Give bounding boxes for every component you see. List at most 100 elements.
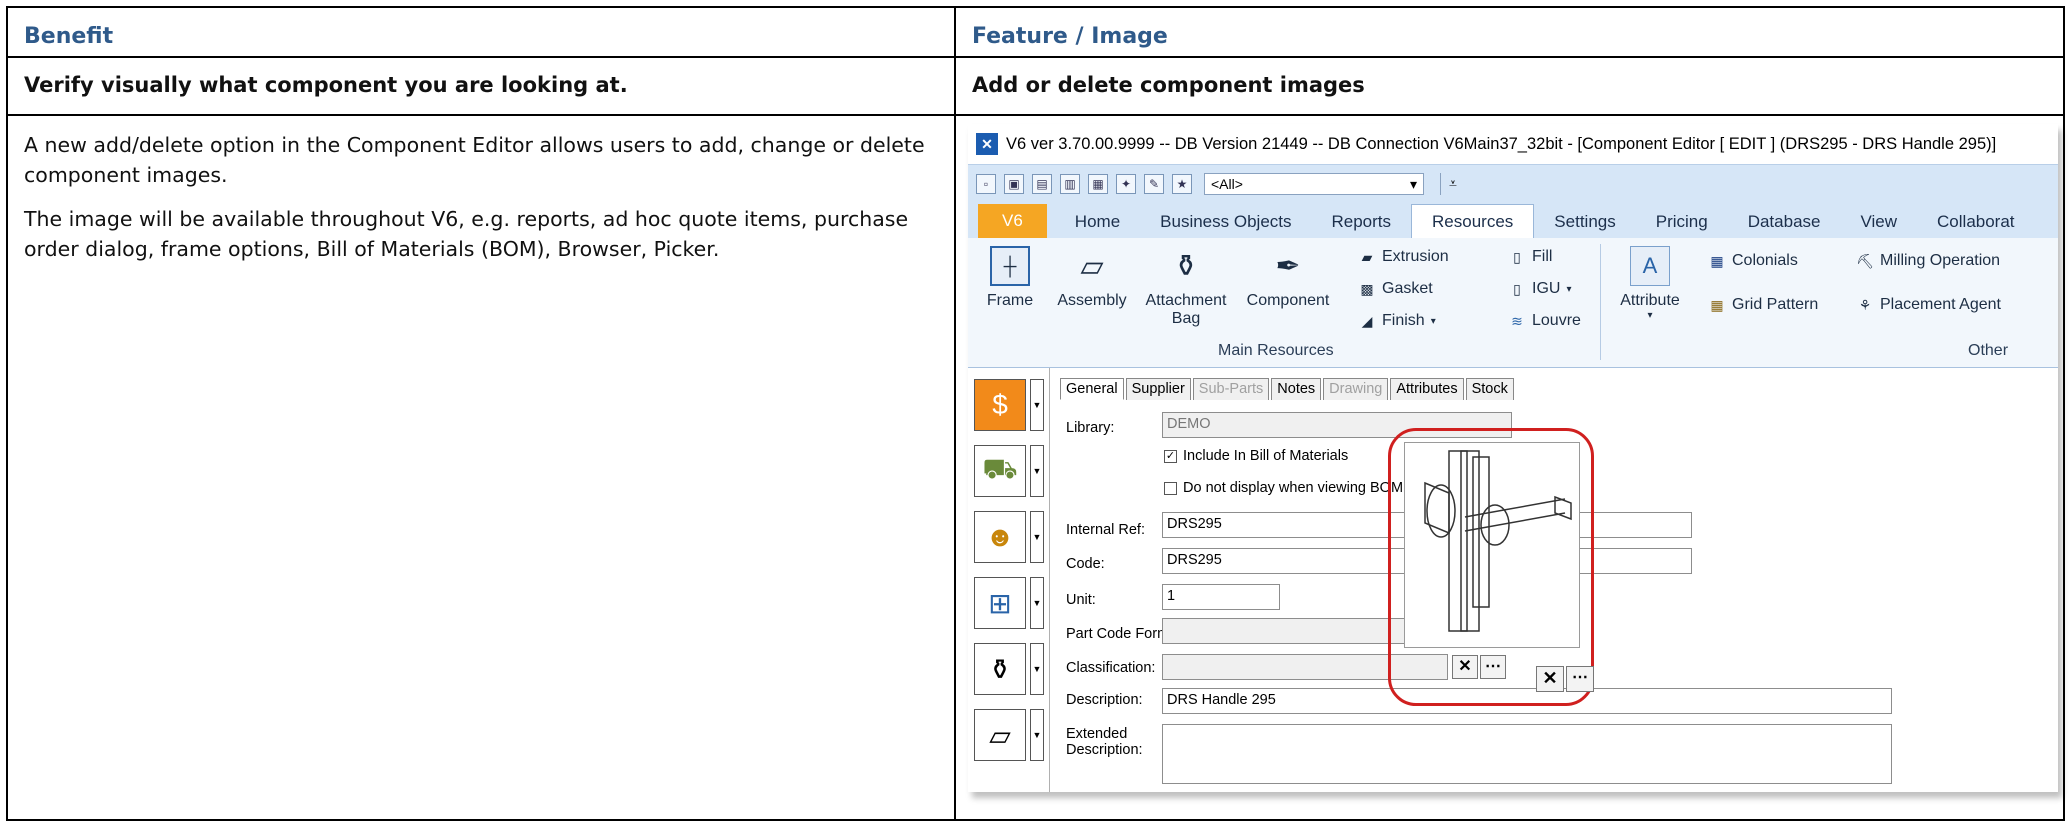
louvre-label: Louvre [1532, 312, 1581, 329]
chevron-down-icon[interactable]: ▼ [1030, 379, 1044, 431]
library-label: Library: [1066, 420, 1115, 436]
tab-supplier[interactable]: Supplier [1125, 378, 1191, 400]
grid-pattern-button[interactable]: ▦ Grid Pattern [1708, 296, 1818, 314]
louvre-button[interactable]: ≋ Louvre [1508, 312, 1581, 330]
attachment-bag-button[interactable]: ⚱ Attachment Bag [1138, 246, 1234, 328]
unit-field[interactable]: 1 [1162, 584, 1280, 610]
tab-database[interactable]: Database [1728, 205, 1841, 238]
assembly-button[interactable]: ▱ Assembly [1048, 246, 1136, 310]
chevron-down-icon: ▾ [1430, 315, 1436, 327]
tab-v6[interactable]: V6 [978, 204, 1047, 238]
extrusion-icon: ▰ [1361, 249, 1373, 265]
contacts-nav-button[interactable]: ☻ ▼ [974, 508, 1044, 566]
placement-agent-icon: ⚘ [1858, 297, 1872, 313]
grid-pattern-icon: ▦ [1710, 297, 1724, 313]
component-icon: ✒ [1275, 249, 1301, 283]
frame-icon: ⊞ [974, 577, 1026, 629]
tab-notes[interactable]: Notes [1271, 378, 1322, 400]
placement-agent-button[interactable]: ⚘ Placement Agent [1856, 296, 2001, 314]
library-combo[interactable]: <All> ▾ [1204, 172, 1424, 195]
milling-operation-label: Milling Operation [1880, 252, 2001, 269]
extended-description-field[interactable] [1162, 724, 1892, 784]
attachment-bag-icon: ⚱ [1173, 249, 1199, 283]
gasket-label: Gasket [1382, 280, 1433, 297]
app-icon: ✕ [976, 133, 998, 155]
tools-icon[interactable]: ✎ [1144, 173, 1164, 194]
chevron-down-icon[interactable]: ▼ [1030, 445, 1044, 497]
chevron-down-icon[interactable]: ▼ [1030, 577, 1044, 629]
purchase-nav-button[interactable]: ⛟ ▼ [974, 442, 1044, 500]
tab-home[interactable]: Home [1055, 205, 1140, 238]
save-icon[interactable]: ▣ [1004, 173, 1024, 194]
handle-drawing [1424, 450, 1572, 632]
igu-button[interactable]: ▯ IGU ▾ [1508, 280, 1571, 298]
tab-settings[interactable]: Settings [1534, 205, 1635, 238]
fill-icon: ▯ [1513, 249, 1521, 265]
igu-icon: ▯ [1513, 281, 1521, 297]
tab-attributes[interactable]: Attributes [1390, 378, 1464, 400]
print-icon[interactable]: ▥ [1060, 173, 1080, 194]
tab-pricing[interactable]: Pricing [1636, 205, 1728, 238]
no-display-bom-label: Do not display when viewing BOM [1183, 480, 1404, 496]
tab-stock[interactable]: Stock [1465, 378, 1514, 400]
attachment-nav-button[interactable]: ⚱ ▼ [974, 640, 1044, 698]
unit-label: Unit: [1066, 592, 1096, 608]
component-button[interactable]: ✒ Component [1238, 246, 1338, 310]
tab-resources[interactable]: Resources [1411, 204, 1535, 238]
colonials-icon: ▦ [1710, 253, 1724, 269]
add-image-ellipsis-icon[interactable]: ⋯ [1566, 666, 1594, 692]
delete-image-icon[interactable]: ✕ [1536, 666, 1564, 692]
extrusion-label: Extrusion [1382, 248, 1449, 265]
include-bom-label: Include In Bill of Materials [1183, 448, 1349, 464]
frame-label: Frame [986, 292, 1034, 309]
chevron-down-icon: ▾ [1409, 175, 1417, 192]
attribute-button[interactable]: A Attribute ▾ [1612, 246, 1688, 321]
colonials-button[interactable]: ▦ Colonials [1708, 252, 1797, 270]
gasket-button[interactable]: ▩ Gasket [1358, 280, 1433, 298]
image-icon[interactable]: ▦ [1088, 173, 1108, 194]
finish-icon: ◢ [1361, 313, 1373, 329]
tab-business-objects[interactable]: Business Objects [1140, 205, 1311, 238]
chevron-down-icon[interactable]: ▼ [1030, 643, 1044, 695]
gasket-icon: ▩ [1360, 281, 1374, 297]
star-icon[interactable]: ★ [1172, 173, 1192, 194]
finish-label: Finish [1382, 312, 1425, 329]
component-image[interactable] [1404, 442, 1580, 648]
chevron-down-icon[interactable]: ▼ [1030, 511, 1044, 563]
chevron-down-icon: ▾ [1647, 310, 1653, 321]
no-display-bom-checkbox[interactable]: Do not display when viewing BOM [1164, 480, 1403, 496]
chevron-down-icon[interactable]: ▼ [1030, 709, 1044, 761]
sub-benefit: Verify visually what component you are l… [8, 58, 956, 116]
ribbon-separator [1600, 244, 1601, 360]
description-label: Description: [1066, 692, 1143, 708]
milling-operation-button[interactable]: ⛏ Milling Operation [1856, 252, 2000, 270]
tab-collaborate[interactable]: Collaborat [1917, 205, 2035, 238]
new-icon[interactable]: ▫ [976, 173, 996, 194]
editor-tabs: General Supplier Sub-Parts Notes Drawing… [1060, 378, 1516, 400]
assembly-nav-button[interactable]: ▱ ▼ [974, 706, 1044, 764]
pricing-nav-button[interactable]: $ ▼ [974, 376, 1044, 434]
grid-pattern-label: Grid Pattern [1732, 296, 1819, 313]
assembly-icon: ▱ [1080, 249, 1104, 283]
tab-reports[interactable]: Reports [1312, 205, 1412, 238]
header-benefit: Benefit [8, 8, 956, 58]
tab-general[interactable]: General [1060, 378, 1124, 400]
customize-qat-icon[interactable]: ⩡ [1449, 175, 1457, 192]
component-label: Component [1246, 292, 1330, 309]
extrusion-button[interactable]: ▰ Extrusion [1358, 248, 1449, 266]
tab-sub-parts: Sub-Parts [1192, 378, 1270, 400]
frame-nav-button[interactable]: ⊞ ▼ [974, 574, 1044, 632]
milling-icon: ⛏ [1856, 253, 1874, 269]
assembly-label: Assembly [1057, 292, 1127, 309]
include-bom-checkbox[interactable]: ✓ Include In Bill of Materials [1164, 448, 1348, 464]
save-all-icon[interactable]: ▤ [1032, 173, 1052, 194]
tab-view[interactable]: View [1840, 205, 1917, 238]
fill-button[interactable]: ▯ Fill [1508, 248, 1552, 266]
chart-icon[interactable]: ✦ [1116, 173, 1136, 194]
frame-icon: ┼ [990, 246, 1030, 286]
frame-button[interactable]: ┼ Frame [978, 246, 1042, 310]
group-other: Other [1968, 342, 2009, 359]
finish-button[interactable]: ◢ Finish ▾ [1358, 312, 1436, 330]
attachment-bag-label: Attachment Bag [1145, 292, 1227, 327]
ribbon-tabs: V6 Home Business Objects Reports Resourc… [968, 202, 2058, 238]
